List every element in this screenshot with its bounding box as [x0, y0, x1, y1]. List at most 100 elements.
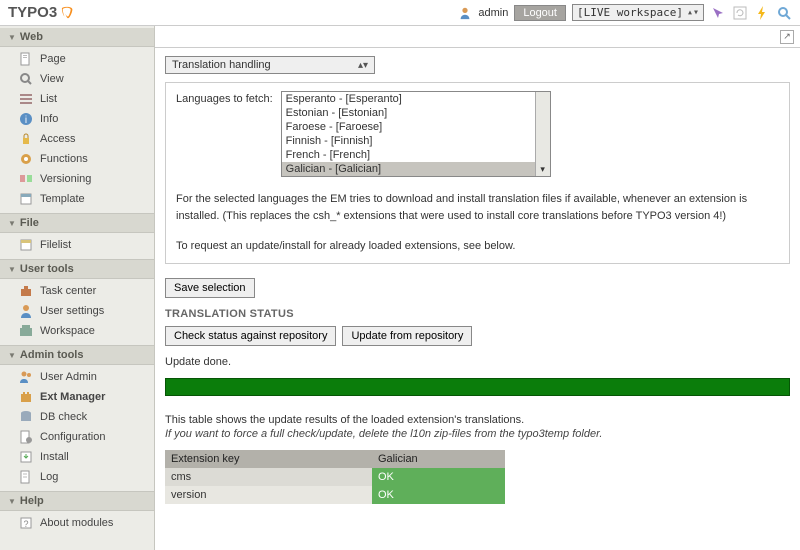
info-icon: i	[18, 111, 34, 127]
access-icon	[18, 131, 34, 147]
table-row: cmsOK	[165, 468, 505, 486]
ext-manager-icon	[18, 389, 34, 405]
language-option[interactable]: Esperanto - [Esperanto]	[282, 92, 550, 106]
reload-icon[interactable]	[732, 5, 748, 21]
svg-text:?: ?	[23, 519, 28, 529]
nav-item-label: About modules	[40, 517, 113, 529]
versioning-icon	[18, 171, 34, 187]
nav-item-label: Install	[40, 451, 69, 463]
user-settings-icon	[18, 303, 34, 319]
nav-item-page[interactable]: Page	[0, 49, 154, 69]
nav-item-task-center[interactable]: Task center	[0, 281, 154, 301]
language-option[interactable]: Galician - [Galician]	[282, 162, 550, 176]
table-row: versionOK	[165, 486, 505, 504]
language-option[interactable]: Finnish - [Finnish]	[282, 134, 550, 148]
help-text-2: To request an update/install for already…	[176, 238, 779, 255]
functions-icon	[18, 151, 34, 167]
search-icon[interactable]	[776, 5, 792, 21]
cell-ext-key: cms	[165, 468, 372, 486]
nav-item-access[interactable]: Access	[0, 129, 154, 149]
nav-item-configuration[interactable]: Configuration	[0, 427, 154, 447]
workspace-icon	[18, 323, 34, 339]
language-fieldset: Languages to fetch: Esperanto - [Esperan…	[165, 82, 790, 264]
nav-item-label: List	[40, 93, 57, 105]
table-header-row: Extension key Galician	[165, 450, 505, 468]
nav-item-workspace[interactable]: Workspace	[0, 321, 154, 341]
save-selection-button[interactable]: Save selection	[165, 278, 255, 298]
cell-status: OK	[372, 468, 505, 486]
triangle-down-icon: ▼	[8, 351, 16, 360]
sidebar: ▼Web Page View List i Info Access Functions Vers…	[0, 26, 155, 550]
nav-item-template[interactable]: Template	[0, 189, 154, 209]
nav-item-db-check[interactable]: DB check	[0, 407, 154, 427]
filelist-icon	[18, 237, 34, 253]
cell-status: OK	[372, 486, 505, 504]
nav-item-user-admin[interactable]: User Admin	[0, 367, 154, 387]
app-logo: TYPO3	[8, 4, 75, 21]
task-center-icon	[18, 283, 34, 299]
nav-section-file[interactable]: ▼File	[0, 213, 154, 233]
mode-selector[interactable]: Translation handling▴▾	[165, 56, 375, 74]
main-panel: ↗ Translation handling▴▾ Languages to fe…	[155, 26, 800, 550]
nav-section-help[interactable]: ▼Help	[0, 491, 154, 511]
db-check-icon	[18, 409, 34, 425]
cell-ext-key: version	[165, 486, 372, 504]
cache-icon[interactable]	[710, 5, 726, 21]
language-option[interactable]: French - [French]	[282, 148, 550, 162]
update-repo-button[interactable]: Update from repository	[342, 326, 472, 346]
lightning-icon[interactable]	[754, 5, 770, 21]
nav-section-web[interactable]: ▼Web	[0, 28, 154, 47]
nav-item-ext-manager[interactable]: Ext Manager	[0, 387, 154, 407]
nav-item-label: Workspace	[40, 325, 95, 337]
logout-button[interactable]: Logout	[514, 5, 566, 21]
language-option[interactable]: Estonian - [Estonian]	[282, 106, 550, 120]
nav-item-view[interactable]: View	[0, 69, 154, 89]
nav-section-admin-tools[interactable]: ▼Admin tools	[0, 345, 154, 365]
nav-section-user-tools[interactable]: ▼User tools	[0, 259, 154, 279]
scrollbar[interactable]: ▾	[535, 92, 550, 176]
topbar: TYPO3 admin Logout [LIVE workspace]▴▾	[0, 0, 800, 26]
nav-item-list[interactable]: List	[0, 89, 154, 109]
nav-item-label: Info	[40, 113, 58, 125]
triangle-down-icon: ▼	[8, 219, 16, 228]
svg-text:i: i	[25, 115, 27, 126]
translation-status-heading: TRANSLATION STATUS	[165, 308, 790, 320]
nav-item-label: Ext Manager	[40, 391, 105, 403]
nav-item-user-settings[interactable]: User settings	[0, 301, 154, 321]
nav-item-log[interactable]: Log	[0, 467, 154, 487]
typo3-logo-icon	[61, 6, 75, 20]
col-language: Galician	[372, 450, 505, 468]
nav-item-functions[interactable]: Functions	[0, 149, 154, 169]
check-status-button[interactable]: Check status against repository	[165, 326, 336, 346]
triangle-down-icon: ▼	[8, 33, 16, 42]
triangle-down-icon: ▼	[8, 265, 16, 274]
user-admin-icon	[18, 369, 34, 385]
expand-icon[interactable]: ↗	[780, 30, 794, 44]
col-extension-key: Extension key	[165, 450, 372, 468]
user-icon	[458, 6, 472, 20]
chevron-down-icon: ▾	[540, 164, 545, 175]
nav-item-info[interactable]: i Info	[0, 109, 154, 129]
configuration-icon	[18, 429, 34, 445]
progress-bar	[165, 378, 790, 396]
language-listbox[interactable]: Esperanto - [Esperanto]Estonian - [Eston…	[281, 91, 551, 177]
nav-item-install[interactable]: Install	[0, 447, 154, 467]
nav-item-label: Page	[40, 53, 66, 65]
dropdown-spinner-icon: ▴▾	[687, 7, 699, 18]
nav-item-filelist[interactable]: Filelist	[0, 235, 154, 255]
results-note: If you want to force a full check/update…	[165, 428, 790, 440]
nav-item-label: User Admin	[40, 371, 97, 383]
nav-item-label: DB check	[40, 411, 87, 423]
nav-item-label: User settings	[40, 305, 104, 317]
nav-item-label: Task center	[40, 285, 96, 297]
nav-item-about-modules[interactable]: ? About modules	[0, 513, 154, 533]
view-icon	[18, 71, 34, 87]
dropdown-spinner-icon: ▴▾	[358, 60, 368, 71]
nav-item-versioning[interactable]: Versioning	[0, 169, 154, 189]
nav-item-label: Access	[40, 133, 75, 145]
language-option[interactable]: Faroese - [Faroese]	[282, 120, 550, 134]
nav-item-label: Versioning	[40, 173, 91, 185]
page-icon	[18, 51, 34, 67]
workspace-selector[interactable]: [LIVE workspace]▴▾	[572, 4, 704, 21]
nav-item-label: View	[40, 73, 64, 85]
